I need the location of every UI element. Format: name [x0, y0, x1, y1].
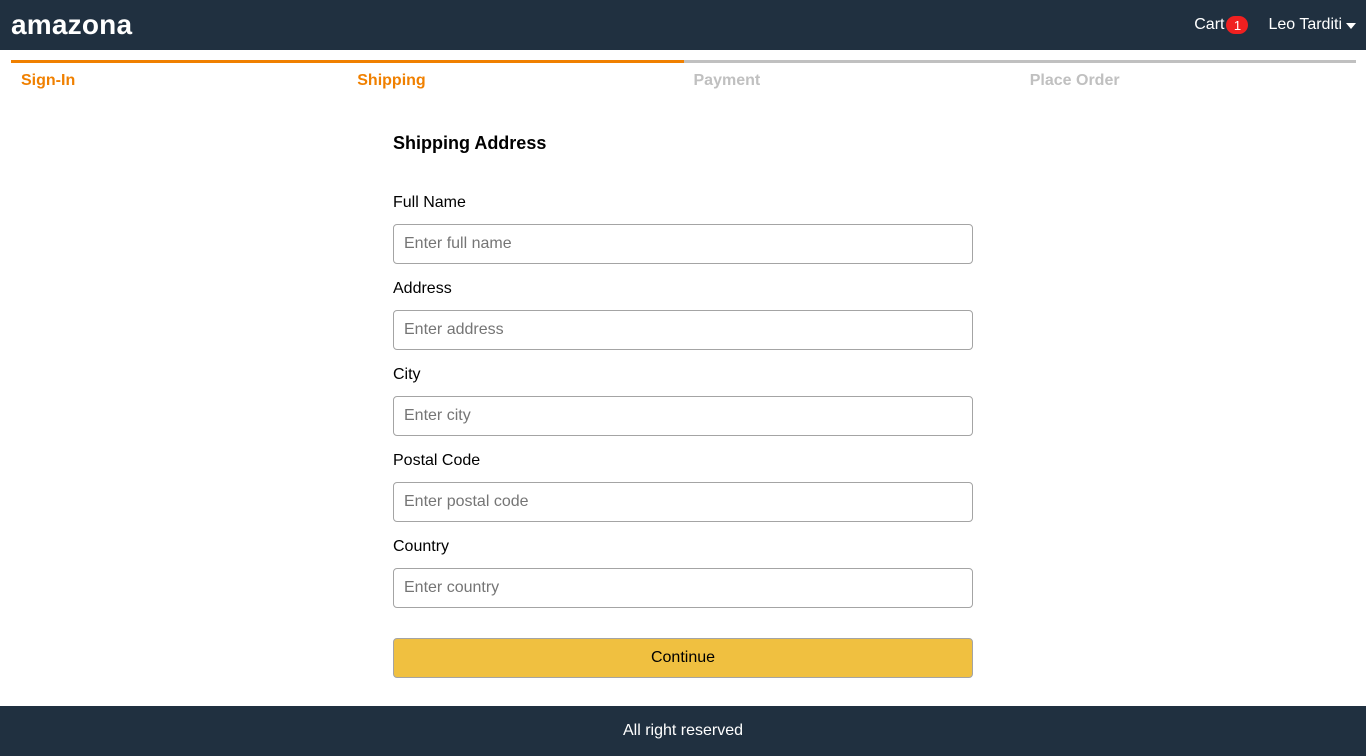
address-label: Address: [393, 280, 452, 297]
step-sign-in: Sign-In: [11, 60, 348, 100]
shipping-page: amazona Cart 1 Leo Tarditi Sign-In Shipp…: [0, 0, 1366, 756]
country-label: Country: [393, 538, 450, 555]
continue-button[interactable]: Continue: [393, 638, 973, 678]
field-city: City: [393, 366, 973, 436]
full-name-label: Full Name: [393, 194, 466, 211]
checkout-steps: Sign-In Shipping Payment Place Order: [11, 60, 1356, 100]
caret-down-icon: [1346, 22, 1356, 29]
country-input[interactable]: [393, 568, 973, 608]
postal-code-label: Postal Code: [393, 452, 481, 469]
top-navbar: amazona Cart 1 Leo Tarditi: [0, 0, 1366, 50]
postal-code-input[interactable]: [393, 482, 973, 522]
form-title: Shipping Address: [393, 133, 547, 153]
footer: All right reserved: [0, 706, 1366, 756]
field-country: Country: [393, 538, 973, 608]
footer-text: All right reserved: [622, 722, 744, 739]
step-shipping: Shipping: [347, 60, 684, 100]
city-input[interactable]: [393, 396, 973, 436]
shipping-form: Shipping Address Full Name Address City …: [393, 132, 973, 678]
full-name-input[interactable]: [393, 224, 973, 264]
step-payment: Payment: [683, 60, 1020, 100]
cart-link[interactable]: Cart 1: [1194, 16, 1249, 34]
user-menu-dropdown[interactable]: Leo Tarditi: [1268, 16, 1356, 34]
city-label: City: [393, 366, 421, 383]
field-address: Address: [393, 280, 973, 350]
user-name: Leo Tarditi: [1268, 16, 1342, 33]
nav-right: Cart 1 Leo Tarditi: [1194, 16, 1356, 34]
field-postal-code: Postal Code: [393, 452, 973, 522]
step-place-order: Place Order: [1019, 60, 1356, 100]
brand-logo-link[interactable]: amazona: [11, 11, 132, 39]
cart-count-badge: 1: [1226, 16, 1249, 34]
cart-label: Cart: [1194, 16, 1225, 33]
field-full-name: Full Name: [393, 194, 973, 264]
address-input[interactable]: [393, 310, 973, 350]
